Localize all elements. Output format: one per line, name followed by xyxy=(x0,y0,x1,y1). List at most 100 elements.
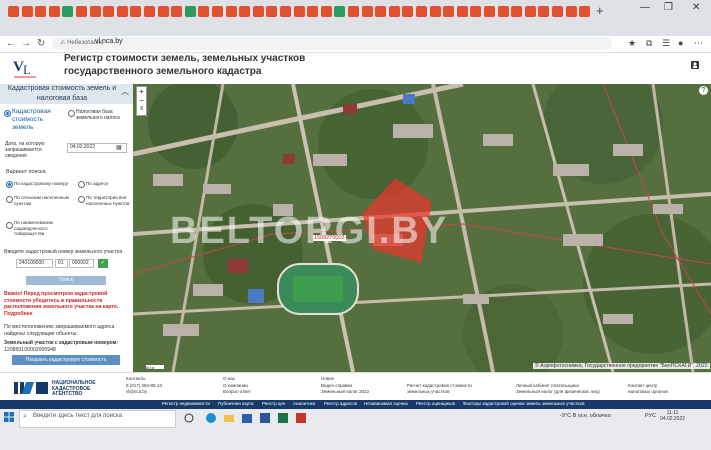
windows-start-icon[interactable] xyxy=(4,412,14,422)
browser-tab-favicon[interactable] xyxy=(416,6,427,17)
opt-cadastral-label[interactable]: По кадастровому номеру xyxy=(14,181,74,187)
footer-about-company[interactable]: О компании xyxy=(223,383,248,389)
browser-tab-favicon[interactable] xyxy=(375,6,387,17)
browser-tab-favicon[interactable] xyxy=(565,6,577,17)
browser-tab-favicon[interactable] xyxy=(552,6,563,17)
footer-nav-link[interactable]: Публичная карта xyxy=(218,401,254,406)
address-bar[interactable] xyxy=(52,37,612,50)
collections-icon[interactable]: ☰ xyxy=(662,38,670,49)
url-text[interactable]: vl.nca.by xyxy=(95,38,123,45)
parcel-number[interactable]: 120850100002000948 xyxy=(4,347,56,354)
browser-tab-favicon[interactable] xyxy=(184,6,196,17)
edge-icon[interactable] xyxy=(205,411,217,423)
restore-icon[interactable]: ❐ xyxy=(664,2,673,13)
calendar-icon[interactable]: ▦ xyxy=(116,144,122,151)
browser-tab-favicon[interactable] xyxy=(524,6,536,17)
footer-cabinet-title[interactable]: Личный кабинет плательщика xyxy=(516,383,579,389)
browser-tab-favicon[interactable] xyxy=(538,6,550,17)
mode-tax-radio[interactable] xyxy=(68,110,75,117)
browser-tab-favicon[interactable] xyxy=(89,6,101,17)
opt-rural-radio[interactable] xyxy=(6,196,13,203)
opt-address-label[interactable]: По адресу xyxy=(86,181,126,187)
taskbar-search-placeholder[interactable]: Введите здесь текст для поиска xyxy=(33,413,122,419)
browser-tab-favicon[interactable] xyxy=(116,6,128,17)
browser-tab-favicon[interactable] xyxy=(307,6,319,17)
nka-logo[interactable] xyxy=(14,380,50,396)
opt-cadastral-radio[interactable] xyxy=(6,181,13,188)
system-clock[interactable]: 11:11 04.02.2022 xyxy=(660,410,685,422)
weather-tray[interactable]: -9°C В осн. облачно xyxy=(560,413,611,419)
menu-icon[interactable]: ⋯ xyxy=(694,38,703,49)
user-icon[interactable] xyxy=(690,60,700,70)
footer-nav-link[interactable]: Регистр недвижимости xyxy=(162,401,210,406)
zoom-control[interactable]: + − ≡ xyxy=(136,86,147,116)
opt-territory-radio[interactable] xyxy=(78,196,85,203)
footer-faq[interactable]: Вопрос-ответ xyxy=(223,389,251,395)
word-icon[interactable] xyxy=(259,411,271,423)
forward-icon[interactable]: → xyxy=(21,38,31,49)
footer-video[interactable]: Видео справки xyxy=(321,383,352,389)
footer-nav-link[interactable]: Факторы кадастровой оценки земель земель… xyxy=(463,401,584,406)
check-icon[interactable]: ✓ xyxy=(98,259,108,268)
browser-tab-favicon[interactable] xyxy=(48,6,60,17)
opt-territory-label[interactable]: По территории вне населенных пунктов xyxy=(86,195,130,206)
browser-tab-favicon[interactable] xyxy=(402,6,414,17)
browser-tab-favicon[interactable] xyxy=(266,6,278,17)
mode-tax-label[interactable]: Налоговая база земельного налога xyxy=(76,109,128,121)
search-button[interactable]: Поиск xyxy=(26,276,106,285)
browser-tab-favicon[interactable] xyxy=(130,6,142,17)
browser-tab-favicon[interactable] xyxy=(76,6,87,17)
browser-tab-favicon[interactable] xyxy=(239,6,251,17)
zoom-out-button[interactable]: − xyxy=(137,96,146,105)
opt-address-radio[interactable] xyxy=(78,181,85,188)
browser-tab-favicon[interactable] xyxy=(456,6,468,17)
footer-nav-link[interactable]: Реестр адресов xyxy=(324,401,357,406)
show-cadastral-value-button[interactable]: Показать кадастровую стоимость xyxy=(12,355,120,365)
new-tab-button[interactable]: + xyxy=(596,3,604,18)
browser-tab-favicon[interactable] xyxy=(388,6,400,17)
browser-tab-favicon[interactable] xyxy=(252,6,264,17)
footer-calc-title[interactable]: Расчет кадастровой стоимости xyxy=(407,383,472,389)
zoom-in-button[interactable]: + xyxy=(137,87,146,96)
footer-nav-link[interactable]: Независимая оценка xyxy=(364,401,408,406)
browser-tab-favicon[interactable] xyxy=(470,6,482,17)
footer-email[interactable]: vl@nca.by xyxy=(126,389,147,395)
browser-tab-favicon[interactable] xyxy=(198,6,210,17)
browser-tab-favicon[interactable] xyxy=(320,6,332,17)
opt-garden-radio[interactable] xyxy=(6,222,13,229)
cadastral-part2-input[interactable]: 01 xyxy=(55,259,68,268)
browser-tab-favicon[interactable] xyxy=(429,6,441,17)
store-icon[interactable] xyxy=(241,411,253,423)
browser-tab-favicon[interactable] xyxy=(484,6,495,17)
footer-nav-link[interactable]: Аналитика xyxy=(293,401,315,406)
browser-tab-favicon[interactable] xyxy=(62,6,74,17)
mode-cadastral-label[interactable]: Кадастровая стоимость земель xyxy=(12,108,62,132)
browser-tab-favicon[interactable] xyxy=(157,6,169,17)
browser-tab-favicon[interactable] xyxy=(348,6,359,17)
collapse-icon[interactable]: ︿ xyxy=(121,86,129,97)
map-parcel-tag[interactable]: 1508270003 xyxy=(313,235,346,241)
cadastral-part1-input[interactable]: 240100000 xyxy=(16,259,53,268)
footer-land-tax[interactable]: Земельный налог 2022 xyxy=(321,389,369,395)
browser-tab-favicon[interactable] xyxy=(497,6,509,17)
browser-tab-favicon[interactable] xyxy=(225,6,237,17)
browser-tab-favicon[interactable] xyxy=(171,6,183,17)
browser-tab-favicon[interactable] xyxy=(103,6,115,17)
task-view-icon[interactable] xyxy=(183,411,195,423)
browser-tab-favicon[interactable] xyxy=(21,6,33,17)
browser-tab-favicon[interactable] xyxy=(212,6,223,17)
close-icon[interactable]: ✕ xyxy=(692,2,700,13)
vl-logo[interactable]: V L xyxy=(12,55,38,81)
mode-cadastral-radio[interactable] xyxy=(4,110,11,117)
extensions-icon[interactable]: ⧉ xyxy=(646,38,652,49)
layers-icon[interactable]: ≡ xyxy=(137,105,146,114)
minimize-icon[interactable]: — xyxy=(640,2,650,13)
footer-contact-center[interactable]: Контакт центр xyxy=(628,383,658,389)
browser-tab-favicon[interactable] xyxy=(293,6,305,17)
bookmark-star-icon[interactable]: ★ xyxy=(628,38,636,49)
app-icon[interactable] xyxy=(295,411,307,423)
browser-tab-favicon[interactable] xyxy=(8,6,19,17)
warning-text[interactable]: Важно! Перед просмотром кадастровой стои… xyxy=(4,291,130,318)
browser-tab-favicon[interactable] xyxy=(511,6,523,17)
browser-tab-favicon[interactable] xyxy=(334,6,346,17)
